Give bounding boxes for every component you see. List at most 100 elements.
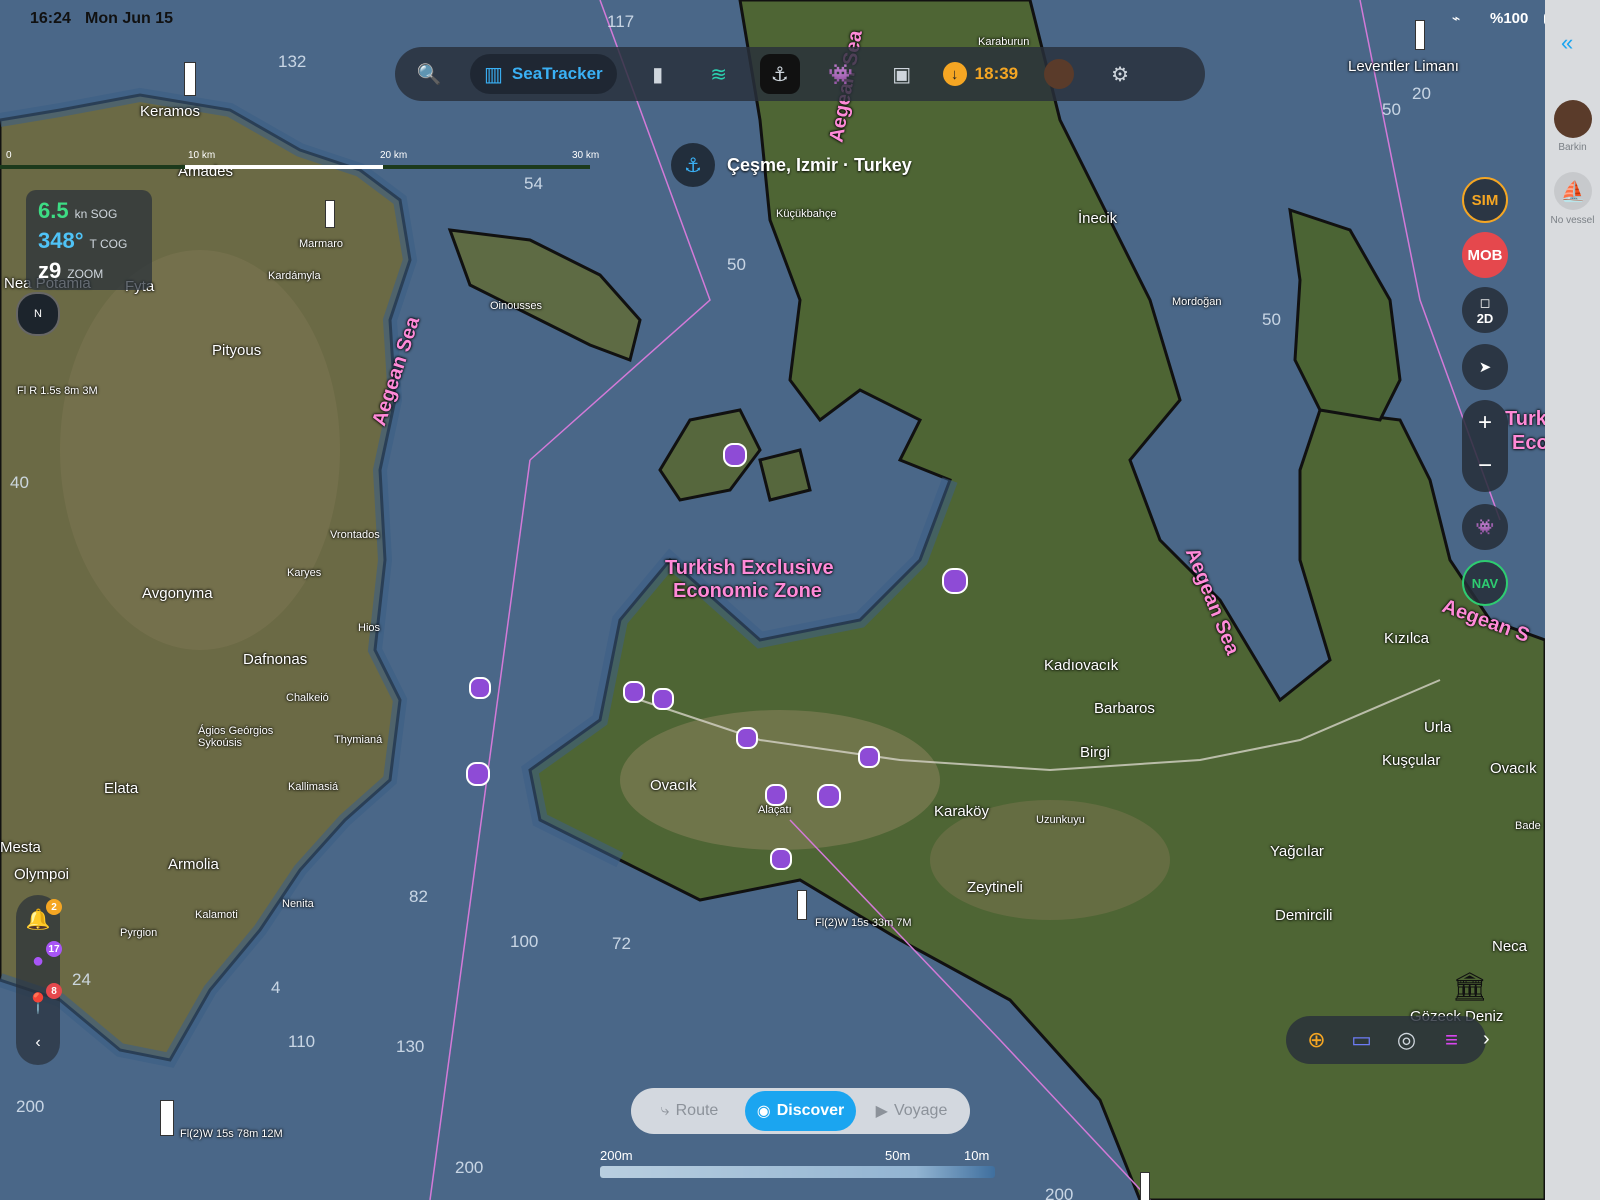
crosshair-icon: ⊕ <box>1307 1027 1326 1052</box>
poi-marker[interactable] <box>652 688 674 710</box>
discover-label: Discover <box>776 1102 845 1119</box>
place-label: Oinousses <box>490 300 542 312</box>
depth-number: 4 <box>271 978 281 997</box>
lighthouse-icon[interactable] <box>1415 20 1425 50</box>
place-label: Zeytineli <box>967 879 1023 896</box>
place-label: Bade <box>1515 820 1541 832</box>
sliders-icon: ≡ <box>1445 1027 1458 1052</box>
depth-number: 117 <box>607 12 635 31</box>
logbook-button[interactable]: ▮ <box>638 54 678 94</box>
depth-number: 200 <box>1045 1185 1074 1200</box>
nav-data-card[interactable]: 6.5 kn SOG 348° T COG z9 ZOOM <box>26 190 152 290</box>
poi-marker[interactable] <box>723 443 747 467</box>
mode-segmented-control: ⤷ Route ◉ Discover ▶ Voyage <box>631 1088 970 1134</box>
square-icon: ◻ <box>1479 294 1491 310</box>
view-mode-button[interactable]: ◻ 2D <box>1462 287 1508 333</box>
place-label: Yağcılar <box>1270 843 1324 860</box>
route-tab[interactable]: ⤷ Route <box>634 1091 745 1131</box>
lighthouse-icon[interactable] <box>1140 1172 1150 1200</box>
poi-marker[interactable] <box>469 677 491 699</box>
poi-marker[interactable] <box>623 681 645 703</box>
nav-button[interactable]: NAV <box>1462 560 1508 606</box>
poi-marker[interactable] <box>858 746 880 768</box>
navigation-arrow-icon: ➤ <box>1478 359 1492 376</box>
poi-marker[interactable] <box>942 568 968 594</box>
zoom-out-button[interactable]: − <box>1478 446 1492 492</box>
poi-marker[interactable] <box>466 762 490 786</box>
vessel-icon[interactable]: ⛵ <box>1554 172 1592 210</box>
bag-button[interactable]: ▣ <box>882 54 922 94</box>
place-label: Mordoğan <box>1172 296 1222 308</box>
markers-button[interactable]: ● 17 <box>24 941 62 975</box>
sim-button[interactable]: SIM <box>1462 177 1508 223</box>
poi-marker[interactable] <box>765 784 787 806</box>
place-label: Kallimasiá <box>288 781 339 793</box>
crosshair-button[interactable]: ⊕ <box>1294 1027 1339 1053</box>
search-button[interactable]: 🔍 <box>409 54 449 94</box>
landmark-icon[interactable]: 🏛 <box>1452 970 1488 1003</box>
depth-number: 100 <box>510 932 539 951</box>
locate-button[interactable]: ➤ <box>1462 344 1508 390</box>
zone-label: Eco <box>1512 432 1545 454</box>
zoom-in-button[interactable]: + <box>1478 400 1492 446</box>
settings-button[interactable]: ⚙ <box>1100 54 1140 94</box>
zoom-value: z9 <box>38 258 62 283</box>
place-label: Ovacık <box>1490 760 1537 777</box>
poi-marker[interactable] <box>817 784 841 808</box>
user-avatar[interactable] <box>1554 100 1592 138</box>
lighthouse-icon[interactable] <box>797 890 807 920</box>
profile-button[interactable] <box>1039 54 1079 94</box>
place-label: Karyes <box>287 567 322 579</box>
brand-label: SeaTracker <box>511 64 603 83</box>
ruler-button[interactable]: ▭ <box>1339 1027 1384 1053</box>
alerts-button[interactable]: 🔔 2 <box>24 899 62 933</box>
avatar <box>1044 59 1075 89</box>
discover-tab[interactable]: ◉ Discover <box>745 1091 856 1131</box>
download-icon: ↓ <box>942 62 967 86</box>
weather-button[interactable]: ≋ <box>699 54 739 94</box>
collapse-chevron-icon[interactable]: « <box>1561 30 1573 56</box>
depth-number: 72 <box>612 934 631 953</box>
zone-label: Economic Zone <box>673 580 822 602</box>
chevron-left-icon: ‹ <box>35 1034 41 1051</box>
pins-button[interactable]: 📍 8 <box>24 983 62 1017</box>
poi-marker[interactable] <box>770 848 792 870</box>
layers-settings-button[interactable]: ≡ <box>1429 1027 1474 1053</box>
scale-bar: 0 10 km 20 km 30 km <box>0 150 600 180</box>
seatracker-tab[interactable]: ▥ SeaTracker <box>470 54 617 94</box>
mob-button[interactable]: MOB <box>1462 232 1508 278</box>
poi-marker[interactable] <box>736 727 758 749</box>
lighthouse-icon[interactable] <box>160 1100 174 1136</box>
scale-label: 20 km <box>380 150 408 161</box>
location-pill[interactable]: ⚓ Çeşme, Izmir · Turkey <box>671 143 912 187</box>
eye-off-icon: ◎ <box>1396 1027 1417 1052</box>
map-tools-bar: ⊕ ▭ ◎ ≡ <box>1286 1016 1486 1064</box>
ghost-mode-button[interactable]: 👾 <box>1462 504 1508 550</box>
zoom-control: + − <box>1462 400 1508 492</box>
compass-button[interactable]: N <box>16 292 60 336</box>
ghost-button[interactable]: 👾 <box>821 54 861 94</box>
place-label: Kalamoti <box>195 909 238 921</box>
visibility-button[interactable]: ◎ <box>1384 1027 1429 1053</box>
lighthouse-icon[interactable] <box>184 62 196 96</box>
gear-icon: ⚙ <box>1111 63 1130 86</box>
right-sidebar: « Barkin ⛵ No vessel <box>1545 0 1600 1200</box>
voyage-tab[interactable]: ▶ Voyage <box>856 1091 967 1131</box>
lighthouse-icon[interactable] <box>325 200 335 228</box>
eta-chip[interactable]: ↓ 18:39 <box>942 54 1019 94</box>
depth-number: 110 <box>288 1032 316 1051</box>
depth-gradient <box>600 1166 995 1178</box>
place-label: Birgi <box>1080 744 1111 761</box>
scale-label: 0 <box>6 150 12 161</box>
depth-legend: 200m 50m 10m <box>600 1148 1000 1180</box>
place-label: Chalkeió <box>286 692 329 704</box>
place-label: Neca <box>1492 938 1528 955</box>
place-label: İnecik <box>1078 210 1118 227</box>
depth-number: 50 <box>727 255 746 274</box>
eta-time: 18:39 <box>974 64 1019 83</box>
status-time: 16:24 <box>30 10 71 27</box>
expand-tools-chevron-icon[interactable]: › <box>1483 1028 1490 1051</box>
depth-legend-label: 10m <box>964 1148 990 1163</box>
collapse-left-button[interactable]: ‹ <box>24 1029 52 1057</box>
anchor-alarm-button[interactable]: ⚓ <box>759 54 800 94</box>
